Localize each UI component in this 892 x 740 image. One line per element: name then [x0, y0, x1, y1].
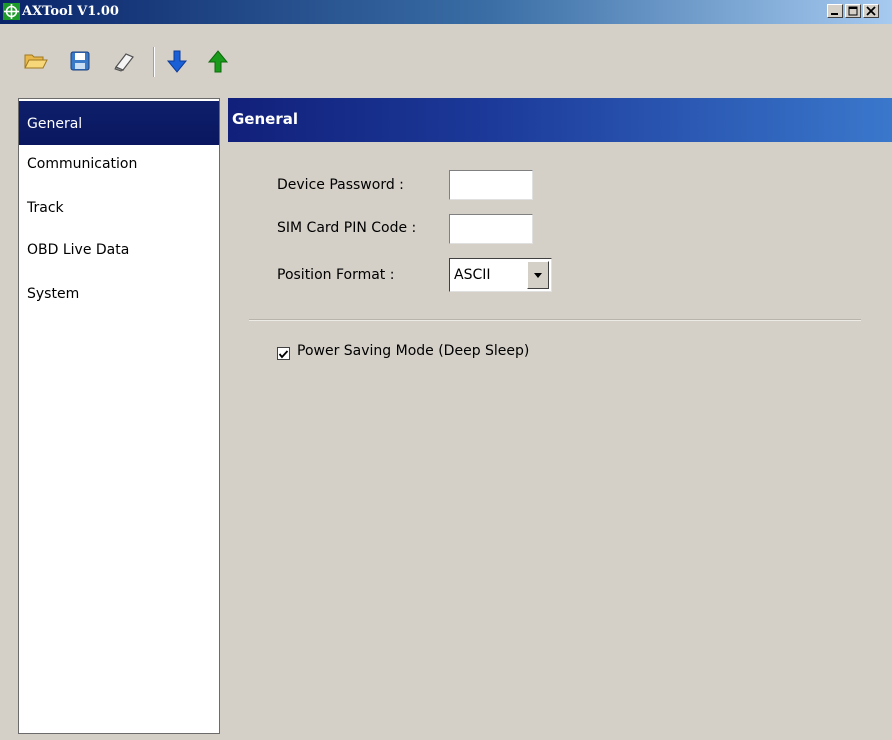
save-icon	[70, 51, 90, 71]
power-saving-checkbox[interactable]	[277, 347, 290, 360]
toolbar-separator	[153, 47, 154, 77]
download-button[interactable]	[165, 49, 189, 73]
crosshair-icon	[3, 3, 20, 20]
settings-nav: General Communication Track OBD Live Dat…	[18, 98, 220, 734]
nav-item-communication[interactable]: Communication	[19, 141, 219, 185]
toolbar	[0, 24, 892, 92]
download-arrow-icon	[166, 50, 188, 73]
position-format-value: ASCII	[454, 267, 491, 283]
device-password-label: Device Password :	[277, 177, 404, 193]
minimize-icon	[831, 13, 838, 15]
nav-item-obd-live-data[interactable]: OBD Live Data	[19, 227, 219, 271]
power-saving-label[interactable]: Power Saving Mode (Deep Sleep)	[297, 343, 529, 359]
checkmark-icon	[278, 350, 289, 359]
erase-button[interactable]	[112, 49, 136, 73]
erase-icon	[114, 53, 134, 72]
save-button[interactable]	[68, 49, 92, 73]
close-button[interactable]	[863, 4, 879, 18]
window-title: AXTool V1.00	[22, 4, 119, 19]
close-icon	[866, 6, 876, 16]
sim-pin-label: SIM Card PIN Code :	[277, 220, 417, 236]
sim-pin-field[interactable]	[449, 214, 533, 244]
position-format-select[interactable]: ASCII	[449, 258, 552, 292]
nav-item-system[interactable]: System	[19, 271, 219, 315]
panel-header: General	[228, 98, 892, 142]
maximize-icon	[848, 6, 858, 16]
dropdown-button[interactable]	[527, 261, 549, 289]
minimize-button[interactable]	[827, 4, 843, 18]
device-password-field[interactable]	[449, 170, 533, 200]
upload-arrow-icon	[207, 50, 229, 73]
nav-item-track[interactable]: Track	[19, 185, 219, 229]
nav-item-general[interactable]: General	[19, 101, 219, 145]
position-format-label: Position Format :	[277, 267, 395, 283]
chevron-down-icon	[534, 273, 542, 278]
section-divider	[249, 319, 861, 320]
upload-button[interactable]	[206, 49, 230, 73]
maximize-button[interactable]	[845, 4, 861, 18]
open-folder-icon	[24, 54, 48, 69]
title-bar[interactable]: AXTool V1.00	[0, 0, 892, 24]
open-button[interactable]	[24, 49, 48, 73]
